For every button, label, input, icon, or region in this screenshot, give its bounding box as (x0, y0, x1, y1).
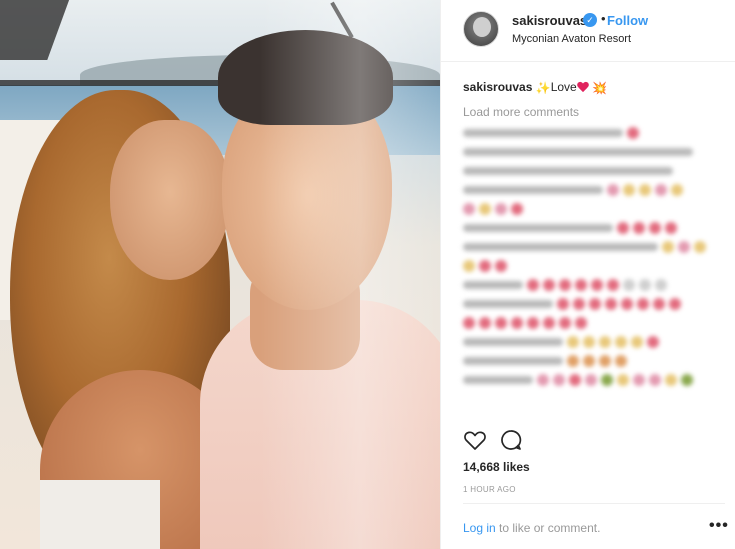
comment-row (463, 335, 723, 349)
comment-row (463, 164, 723, 178)
heart-outline-icon[interactable] (463, 428, 487, 452)
avatar[interactable] (463, 11, 499, 47)
load-more-comments-button[interactable]: Load more comments (463, 105, 579, 119)
login-link[interactable]: Log in (463, 521, 496, 535)
comment-row (463, 183, 723, 197)
post-caption: sakisrouvas ✨Love 💥 (463, 80, 607, 95)
login-prompt-text: to like or comment. (495, 521, 601, 535)
login-prompt: Log in to like or comment. (463, 521, 600, 535)
post-photo[interactable] (0, 0, 440, 549)
caption-text: Love (550, 80, 577, 94)
post-location[interactable]: Myconian Avaton Resort (512, 33, 631, 45)
comment-list (463, 126, 723, 392)
likes-count[interactable]: 14,668 likes (463, 460, 530, 474)
divider (463, 503, 725, 504)
comment-row (463, 316, 723, 330)
post-timestamp[interactable]: 1 HOUR AGO (463, 485, 516, 494)
comment-row (463, 240, 723, 254)
comment-row (463, 354, 723, 368)
photo-lens-glare (260, 0, 440, 549)
red-heart-emoji-icon (577, 82, 589, 93)
comment-row (463, 221, 723, 235)
follow-button[interactable]: Follow (607, 13, 648, 28)
sparkle-emoji-icon: 💥 (592, 80, 608, 95)
comment-row (463, 202, 723, 216)
comment-row (463, 278, 723, 292)
post-username[interactable]: sakisrouvas (512, 13, 587, 28)
post-sidebar: sakisrouvas ✓ • Follow Myconian Avaton R… (440, 0, 735, 549)
comment-row (463, 126, 723, 140)
comment-row (463, 259, 723, 273)
comment-row (463, 373, 723, 387)
comment-row (463, 297, 723, 311)
post-actions (463, 428, 723, 454)
caption-username[interactable]: sakisrouvas (463, 80, 532, 94)
sparkle-emoji-icon: ✨ (535, 80, 551, 95)
photo-woman-dress (40, 480, 160, 549)
verified-icon: ✓ (583, 13, 597, 27)
comment-bubble-icon[interactable] (499, 428, 523, 452)
post-header: sakisrouvas ✓ • Follow Myconian Avaton R… (441, 0, 735, 62)
separator-dot: • (601, 11, 606, 26)
comment-row (463, 145, 723, 159)
photo-woman-face (110, 120, 230, 280)
more-options-icon[interactable]: ••• (709, 517, 729, 535)
